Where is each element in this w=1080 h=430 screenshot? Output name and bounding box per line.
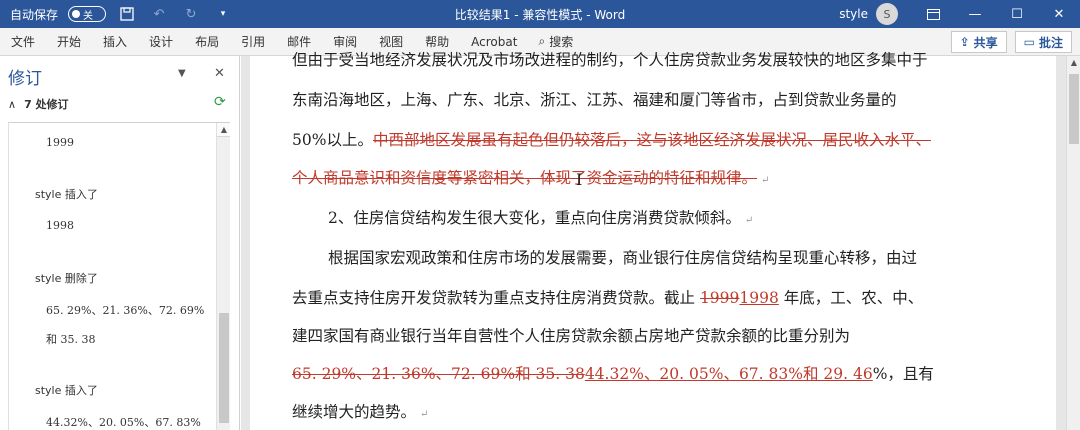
maximize-icon[interactable]: ☐ [996,0,1038,28]
paragraph-mark-icon: ↵ [744,215,754,226]
doc-heading-text: 2、住房信贷结构发生很大变化，重点向住房消费贷款倾斜。 [328,209,741,227]
revisions-pane: 修订 ▼ ✕ ∧ 7 处修订 ⟳ ▲ 1999 style 插入了 1998 s… [0,56,240,430]
revision-count-label: 7 处修订 [24,98,69,111]
redo-icon[interactable]: ↻ [180,3,202,25]
scroll-up-icon[interactable]: ▲ [1067,56,1080,70]
revision-count[interactable]: ∧ 7 处修订 [8,96,69,112]
share-label: 共享 [973,35,998,50]
deleted-text[interactable]: 65. 29%、21. 36%、72. 69%和 35. 38 [292,365,585,383]
doc-text: %，且有 [872,365,934,383]
scroll-thumb[interactable] [1069,74,1079,144]
doc-text: 去重点支持住房开发贷款转为重点支持住房消费贷款。截止 [292,289,700,307]
doc-line[interactable]: 2、住房信贷结构发生很大变化，重点向住房消费贷款倾斜。 ↵ [328,206,753,228]
doc-line[interactable]: 东南沿海地区，上海、广东、北京、浙江、江苏、福建和厦门等省市，占到贷款业务量的 [292,88,897,110]
deleted-text[interactable]: 个人商品意识和资信度等紧密相关，体现了资金运动的特征和规律。 [292,169,757,187]
revision-item-text[interactable]: 65. 29%、21. 36%、72. 69% [46,302,204,318]
search-icon: ⌕ [538,34,546,48]
comments-button[interactable]: ▭ 批注 [1014,31,1072,53]
doc-text: 50%以上。 [292,131,373,149]
collapse-chevron-icon: ∧ [8,97,17,111]
save-icon[interactable] [116,3,138,25]
tab-home[interactable]: 开始 [46,28,92,56]
document-scrollbar[interactable]: ▲ [1066,56,1080,430]
tab-file[interactable]: 文件 [0,28,46,56]
inserted-text[interactable]: 44.32%、20. 05%、67. 83%和 29. 46 [585,365,873,383]
revision-item-text[interactable]: 44.32%、20. 05%、67. 83% [46,414,201,430]
comment-icon: ▭ [1023,35,1035,49]
deleted-text[interactable]: 1999 [700,289,739,307]
ribbon-display-icon[interactable] [912,0,954,28]
minimize-icon[interactable]: — [954,0,996,28]
deleted-text[interactable]: 中西部地区发展虽有起色但仍较落后，这与该地区经济发展状况、居民收入水平、 [373,131,931,149]
revision-item-text[interactable]: 1999 [46,136,74,149]
doc-line[interactable]: 个人商品意识和资信度等紧密相关，体现了资金运动的特征和规律。 ↵ [292,166,769,188]
scroll-thumb[interactable] [219,313,229,423]
undo-icon[interactable]: ↶ [148,3,170,25]
share-button[interactable]: ⇪ 共享 [950,31,1007,53]
pane-close-icon[interactable]: ✕ [214,66,225,81]
doc-text: 年底，工、农、中、 [778,289,924,307]
share-icon: ⇪ [959,35,970,49]
refresh-icon[interactable]: ⟳ [214,94,226,110]
revision-item-head[interactable]: style 插入了 [35,382,98,398]
paragraph-mark-icon: ↵ [420,409,429,420]
doc-line[interactable]: 根据国家宏观政策和住房市场的发展需要，商业银行住房信贷结构呈现重心转移，由过 [328,246,917,268]
customize-toolbar-icon[interactable]: ▾ [212,3,234,25]
doc-line[interactable]: 50%以上。中西部地区发展虽有起色但仍较落后，这与该地区经济发展状况、居民收入水… [292,128,931,150]
autosave-state: 关 [83,10,94,22]
avatar[interactable]: S [876,3,898,25]
autosave-label: 自动保存 [10,7,59,22]
doc-line[interactable]: 继续增大的趋势。 ↵ [292,400,428,422]
revision-item-text[interactable]: 1998 [46,219,74,232]
scroll-up-icon[interactable]: ▲ [217,123,230,137]
doc-line[interactable]: 65. 29%、21. 36%、72. 69%和 35. 3844.32%、20… [292,362,934,384]
doc-line[interactable]: 建四家国有商业银行当年自营性个人住房贷款余额占房地产贷款余额的比重分别为 [292,324,850,346]
tab-references[interactable]: 引用 [230,28,276,56]
tab-design[interactable]: 设计 [138,28,184,56]
inserted-text[interactable]: 1998 [739,289,778,307]
doc-text: 继续增大的趋势。 [292,403,417,421]
pane-options-chevron-icon[interactable]: ▼ [178,68,186,79]
close-icon[interactable]: ✕ [1038,0,1080,28]
pane-scrollbar[interactable]: ▲ [216,123,230,430]
revision-item-head[interactable]: style 删除了 [35,270,98,286]
toggle-knob [72,10,81,18]
autosave-toggle[interactable]: 关 [68,6,107,22]
doc-line[interactable]: 但由于受当地经济发展状况及市场改进程的制约，个人住房贷款业务发展较快的地区多集中… [292,48,928,70]
title-bar: 自动保存 关 ↶ ↻ ▾ 比较结果1 - 兼容性模式 - Word style … [0,0,1080,28]
tab-insert[interactable]: 插入 [92,28,138,56]
doc-line[interactable]: 去重点支持住房开发贷款转为重点支持住房消费贷款。截止 19991998 年底，工… [292,286,923,308]
tab-layout[interactable]: 布局 [184,28,230,56]
revision-item-text[interactable]: 和 35. 38 [46,331,95,347]
pane-title: 修订 [8,69,42,89]
user-name[interactable]: style [839,7,868,21]
comments-label: 批注 [1038,35,1063,50]
text-cursor-icon: I [576,170,583,189]
paragraph-mark-icon: ↵ [761,175,770,186]
revision-item-head[interactable]: style 插入了 [35,186,98,202]
